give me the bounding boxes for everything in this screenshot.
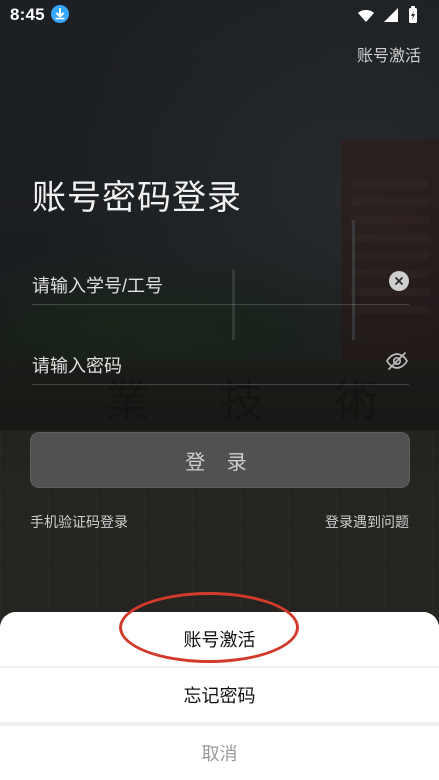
username-field[interactable]: 请输入学号/工号 — [32, 265, 409, 305]
activate-account-link[interactable]: 账号激活 — [357, 42, 421, 66]
login-button[interactable]: 登 录 — [30, 432, 410, 488]
login-help-link[interactable]: 登录遇到问题 — [325, 512, 409, 532]
sms-login-link[interactable]: 手机验证码登录 — [30, 512, 128, 532]
sheet-cancel-button[interactable]: 取消 — [0, 726, 439, 780]
wifi-icon — [358, 10, 374, 22]
login-links: 手机验证码登录 登录遇到问题 — [30, 512, 409, 534]
status-bar: 8:45 — [0, 0, 439, 30]
username-underline — [32, 304, 409, 305]
status-icons — [357, 6, 419, 24]
battery-charging-icon — [409, 6, 417, 23]
sheet-option-activate-account[interactable]: 账号激活 — [0, 612, 439, 666]
password-underline — [32, 384, 409, 385]
page-title: 账号密码登录 — [32, 179, 242, 217]
bottom-sheet: 账号激活 忘记密码 取消 — [0, 612, 439, 780]
close-icon — [395, 277, 403, 285]
status-time: 8:45 — [10, 5, 45, 24]
eye-off-icon — [386, 352, 408, 370]
password-placeholder: 请输入密码 — [32, 356, 122, 376]
username-placeholder: 请输入学号/工号 — [32, 276, 164, 296]
download-badge-icon — [51, 5, 69, 23]
signal-icon — [384, 8, 398, 22]
clear-username-button[interactable] — [389, 271, 409, 291]
download-arrow-icon — [55, 8, 65, 20]
toggle-password-visibility-button[interactable] — [385, 349, 409, 373]
sheet-option-forgot-password[interactable]: 忘记密码 — [0, 668, 439, 722]
password-field[interactable]: 请输入密码 — [32, 345, 409, 385]
